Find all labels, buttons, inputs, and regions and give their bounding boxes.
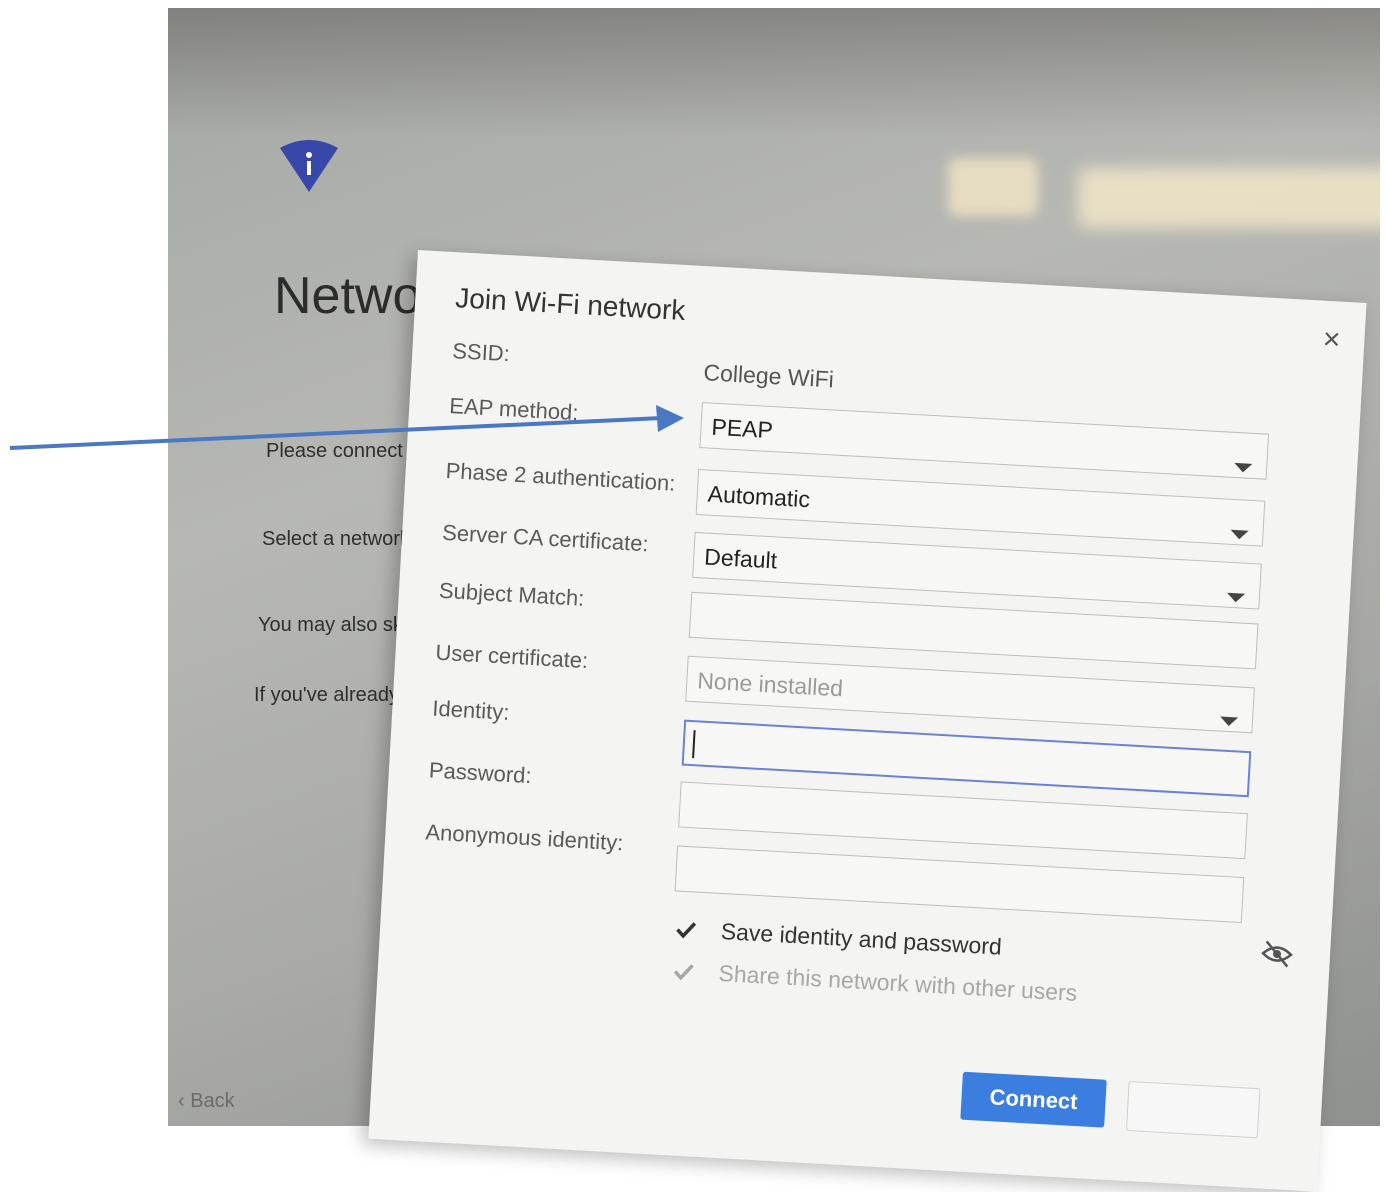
eap-method-select[interactable]: PEAP [699, 402, 1270, 480]
anonymous-identity-input[interactable] [674, 845, 1245, 924]
anonymous-identity-label: Anonymous identity: [424, 819, 625, 856]
dialog-title: Join Wi-Fi network [454, 282, 687, 326]
dropdown-arrow-icon [1226, 592, 1246, 603]
intro-text: Please connect t [266, 440, 414, 462]
ssid-value: College WiFi [702, 359, 835, 393]
subject-match-label: Subject Match: [438, 577, 586, 611]
connect-button[interactable]: Connect [960, 1071, 1107, 1128]
ssid-label: SSID: [451, 338, 511, 367]
password-input[interactable] [678, 781, 1248, 860]
cancel-button[interactable] [1125, 1080, 1261, 1139]
close-icon[interactable]: × [1322, 323, 1341, 357]
share-network-label: Share this network with other users [717, 959, 1078, 1006]
select-network-label: Select a network: [262, 528, 416, 550]
phase2-value: Automatic [707, 480, 811, 513]
dropdown-arrow-icon [1219, 716, 1239, 727]
light-glare [1078, 168, 1380, 228]
user-certificate-value: None installed [696, 667, 844, 702]
user-certificate-select[interactable]: None installed [685, 655, 1255, 734]
save-identity-checkbox[interactable]: Save identity and password [672, 915, 1003, 960]
password-label: Password: [428, 757, 533, 789]
share-network-checkbox[interactable]: Share this network with other users [669, 957, 1078, 1007]
light-glare [948, 158, 1038, 216]
eap-method-value: PEAP [710, 413, 774, 444]
phase2-select[interactable]: Automatic [695, 468, 1266, 547]
phase2-label: Phase 2 authentication: [445, 457, 677, 496]
already-text: If you've already r [254, 684, 412, 706]
skip-text: You may also ski [258, 614, 408, 636]
identity-label: Identity: [431, 695, 511, 725]
join-wifi-dialog: Join Wi-Fi network × SSID: College WiFi … [368, 250, 1367, 1192]
server-ca-label: Server CA certificate: [441, 519, 650, 557]
back-button[interactable]: ‹ Back [178, 1090, 235, 1113]
checkmark-icon [672, 916, 699, 943]
checkmark-icon [673, 963, 694, 980]
wifi-info-icon [280, 140, 338, 192]
hide-password-icon[interactable] [1259, 938, 1295, 970]
server-ca-value: Default [703, 543, 778, 574]
text-cursor [692, 730, 696, 759]
top-shadow [168, 8, 1380, 138]
dropdown-arrow-icon [1230, 529, 1249, 540]
eap-method-label: EAP method: [448, 393, 580, 426]
user-certificate-label: User certificate: [434, 639, 589, 674]
back-label: Back [190, 1090, 235, 1112]
dropdown-arrow-icon [1233, 462, 1253, 473]
save-identity-label: Save identity and password [720, 917, 1003, 960]
